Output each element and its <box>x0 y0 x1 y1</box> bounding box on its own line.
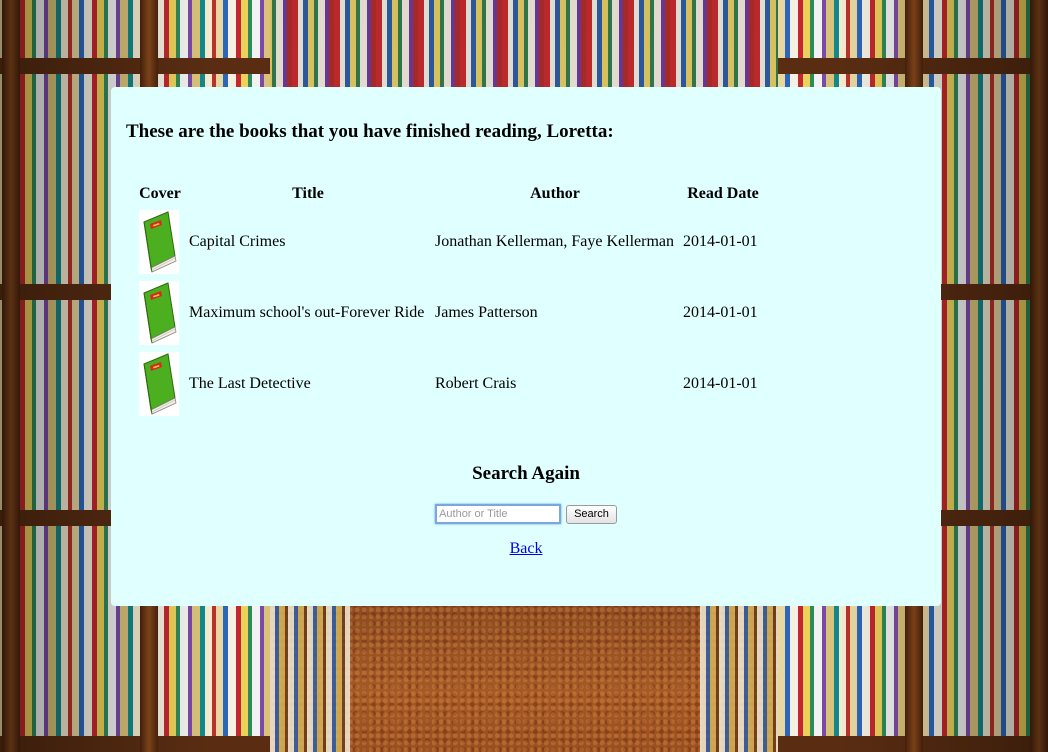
search-input[interactable] <box>435 504 562 524</box>
table-row: The Last Detective Robert Crais 2014-01-… <box>137 351 765 416</box>
book-read-date: 2014-01-01 <box>683 303 758 321</box>
finished-books-panel: These are the books that you have finish… <box>111 87 941 606</box>
back-link[interactable]: Back <box>510 540 543 557</box>
book-cover-icon <box>139 280 179 345</box>
cover-cell <box>137 351 183 416</box>
column-header-cover: Cover <box>139 185 181 202</box>
page-heading: These are the books that you have finish… <box>126 121 614 142</box>
table-row: Maximum school's out-Forever Ride James … <box>137 280 765 345</box>
search-again-heading: Search Again <box>472 463 580 484</box>
book-read-date: 2014-01-01 <box>683 232 758 250</box>
search-form: Search <box>111 504 941 524</box>
book-title: The Last Detective <box>189 374 311 392</box>
book-author: James Patterson <box>435 303 538 321</box>
book-cover-icon <box>139 209 179 274</box>
column-header-title: Title <box>292 185 324 202</box>
book-author: Robert Crais <box>435 374 517 392</box>
book-title: Capital Crimes <box>189 232 286 250</box>
column-header-author: Author <box>530 185 580 202</box>
finished-books-table: Cover Title Author Read Date Capital Cri… <box>133 179 769 422</box>
search-button[interactable]: Search <box>566 504 617 524</box>
book-cover-icon <box>139 351 179 416</box>
cover-cell <box>137 209 183 274</box>
column-header-read-date: Read Date <box>687 185 759 202</box>
table-row: Capital Crimes Jonathan Kellerman, Faye … <box>137 209 765 274</box>
back-link-container: Back <box>111 540 941 558</box>
book-read-date: 2014-01-01 <box>683 374 758 392</box>
table-header-row: Cover Title Author Read Date <box>137 185 765 203</box>
book-author: Jonathan Kellerman, Faye Kellerman <box>435 232 675 250</box>
book-title: Maximum school's out-Forever Ride <box>189 303 425 321</box>
cover-cell <box>137 280 183 345</box>
